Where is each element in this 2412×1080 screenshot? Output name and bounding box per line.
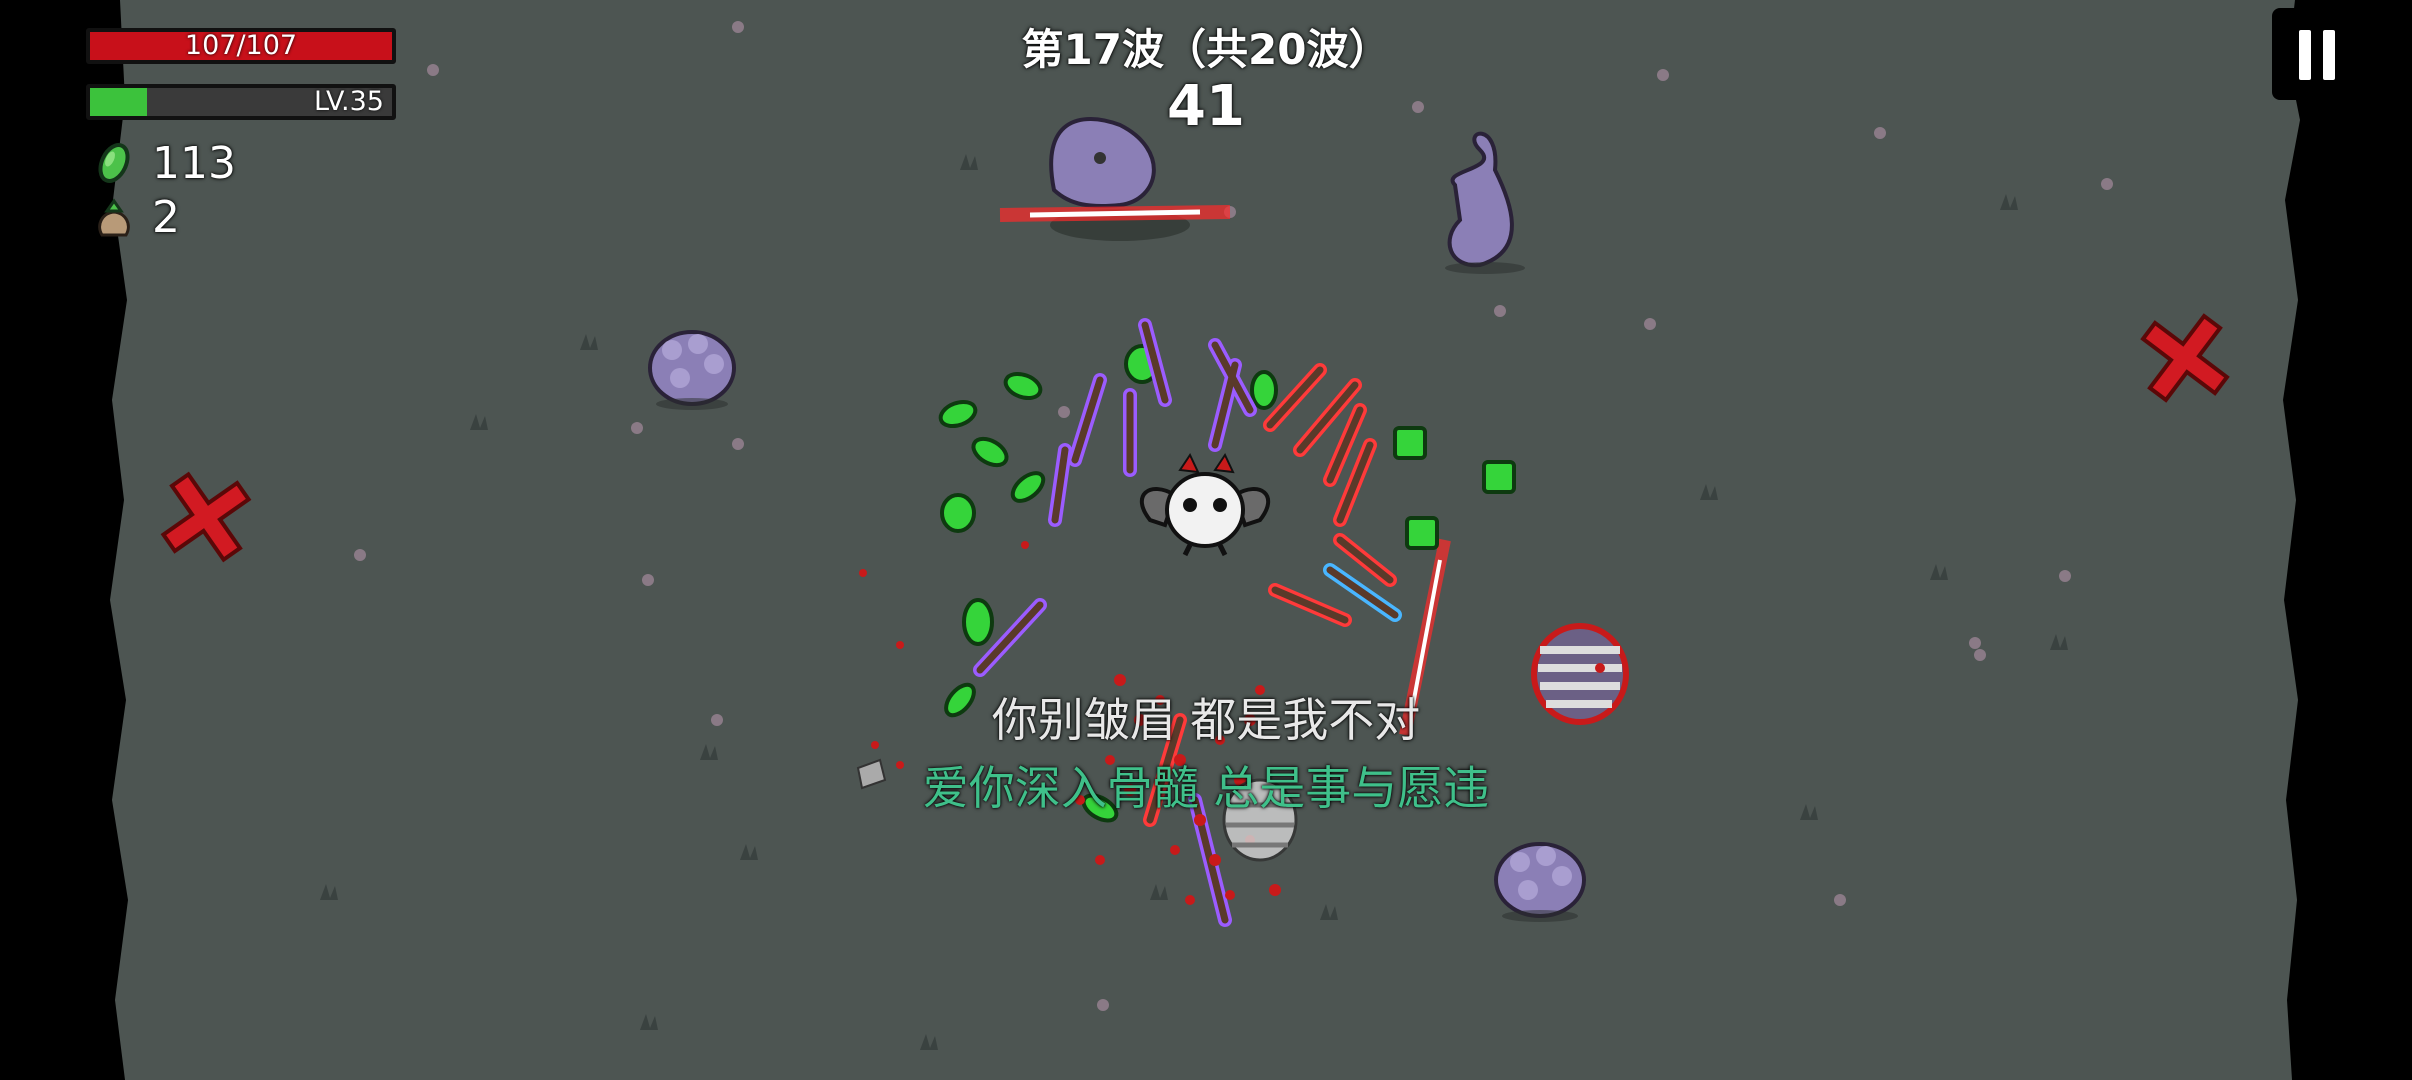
wave-timer: 41 (1167, 74, 1245, 139)
wave-title: 第17波（共20波） (1021, 25, 1391, 74)
pause-button[interactable] (2272, 8, 2362, 100)
bag-count: 2 (152, 191, 180, 243)
game-arena (110, 0, 2300, 1080)
lyric-line-1: 你别皱眉 都是我不对 (991, 693, 1421, 747)
materials-count: 113 (152, 137, 236, 189)
pause-icon (2299, 30, 2311, 80)
pause-icon-bar (2323, 30, 2335, 80)
materials-counter: 113 (92, 137, 236, 189)
lyric-line-2: 爱你深入骨髓 总是事与愿违 (922, 761, 1490, 815)
bag-counter: 2 (92, 191, 180, 243)
loot-bag-icon (98, 198, 130, 237)
green-material-icon (98, 143, 130, 183)
